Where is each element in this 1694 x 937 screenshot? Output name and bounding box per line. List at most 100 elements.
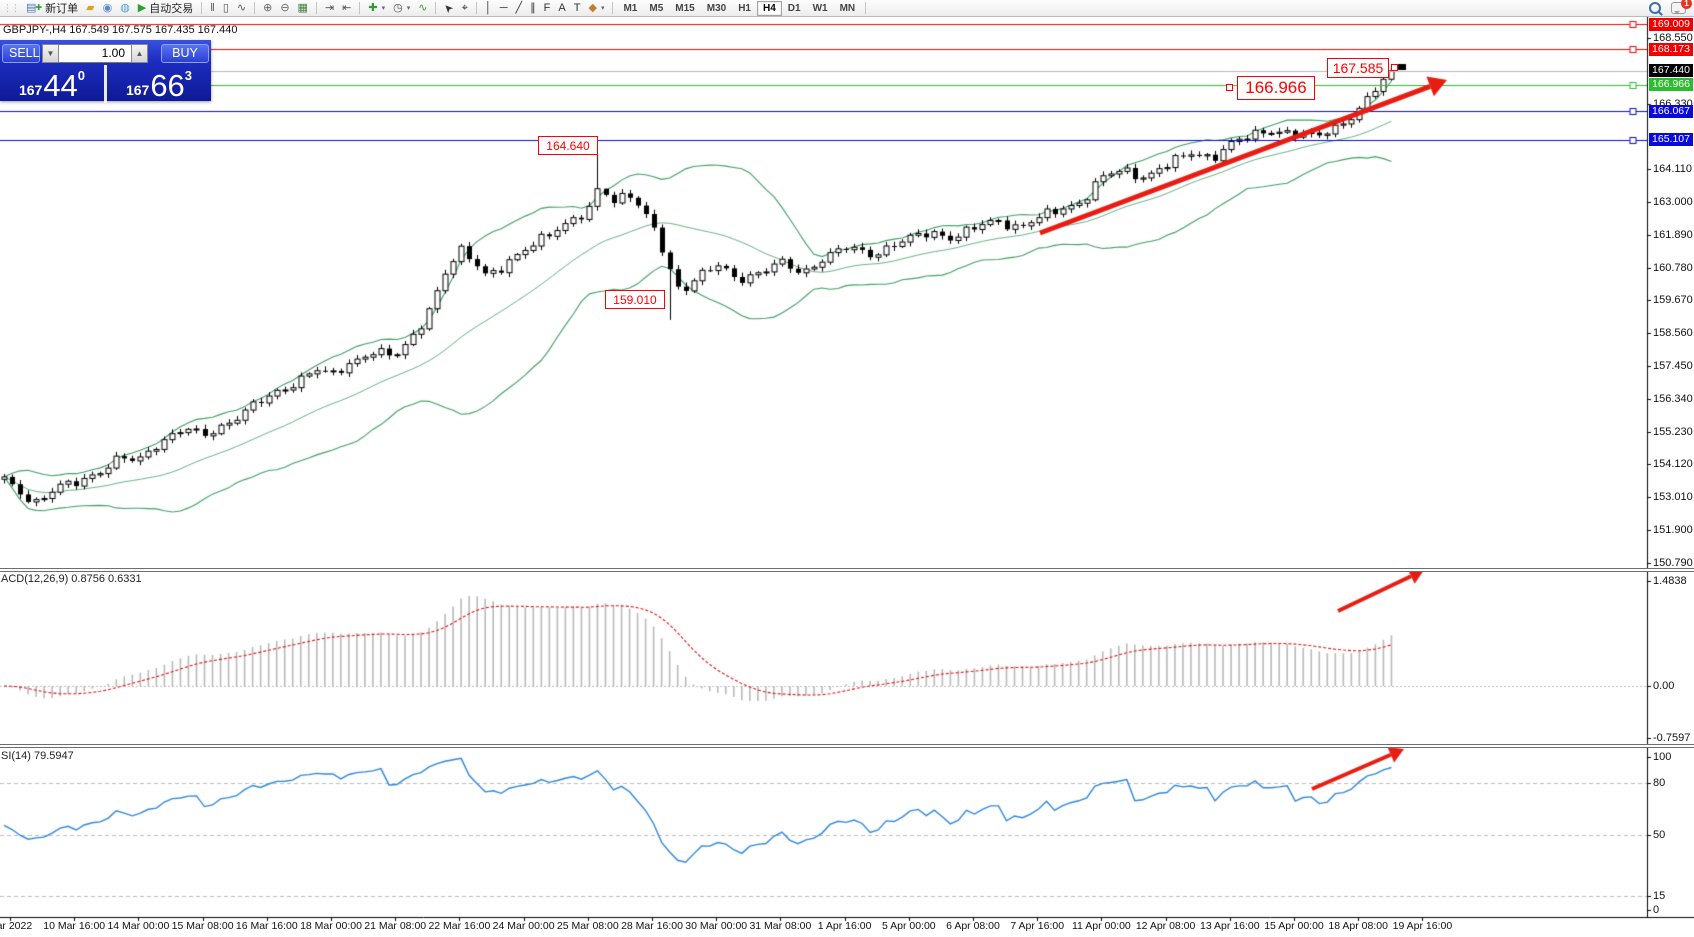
timeframe-m5[interactable]: M5	[643, 1, 669, 16]
time-axis-label: 28 Mar 16:00	[621, 920, 683, 932]
timeframe-m15[interactable]: M15	[669, 1, 700, 16]
trendline-icon: ╱	[516, 2, 523, 14]
channel-button[interactable]: ∥	[526, 0, 540, 16]
shapes-icon: ◆	[588, 2, 596, 14]
fibonacci-icon: F	[544, 2, 551, 14]
annotation-anchor	[1226, 84, 1233, 91]
rsi-pane-splitter[interactable]	[0, 744, 1694, 748]
price-annotation-label[interactable]: 167.585	[1327, 58, 1389, 78]
label-button[interactable]: T	[570, 0, 585, 16]
chat-icon[interactable]: 1	[1671, 2, 1686, 14]
macd-pane-splitter[interactable]	[0, 568, 1694, 572]
mt4-terminal: { "toolbar": { "groups": [ {"items":[ {"…	[0, 0, 1694, 937]
volume-input[interactable]	[59, 44, 131, 63]
time-axis-label: 13 Apr 16:00	[1200, 920, 1260, 932]
search-icon[interactable]	[1649, 2, 1661, 14]
rsi-axis-label: 50	[1653, 829, 1665, 841]
sell-button[interactable]: SELL	[2, 44, 40, 63]
price-axis-tick: 160.780	[1653, 262, 1693, 274]
time-axis-label: 22 Mar 16:00	[428, 920, 490, 932]
volume-decrease-button[interactable]: ▼	[42, 44, 59, 63]
fibonacci-button[interactable]: F	[540, 0, 555, 16]
rsi-axis-label: 0	[1653, 904, 1659, 916]
auto-scroll-button[interactable]: ⇥	[321, 0, 338, 16]
templates-icon: ∿	[418, 2, 427, 14]
vertical-line-button[interactable]: │	[481, 0, 496, 16]
rsi-axis-label: 15	[1653, 890, 1665, 902]
price-annotation-label[interactable]: 159.010	[605, 290, 665, 309]
time-axis-label: 12 Apr 08:00	[1136, 920, 1196, 932]
timeframe-h4[interactable]: H4	[757, 1, 782, 16]
crayon-button[interactable]: ▰	[82, 0, 98, 16]
time-axis-label: 6 Apr 08:00	[946, 920, 1000, 932]
signals-button[interactable]: ◍	[116, 0, 134, 16]
chart-shift-icon: ⇤	[342, 2, 351, 14]
auto-trading-icon: ▶	[138, 2, 146, 14]
candlestick-chart-icon: ▯	[223, 2, 229, 14]
vertical-line-icon: │	[485, 2, 492, 14]
price-axis-tick: 157.450	[1653, 360, 1693, 372]
price-annotation-label[interactable]: 166.966	[1237, 76, 1315, 100]
add-indicator-button[interactable]: ✚▾	[364, 0, 389, 16]
timeframe-m1[interactable]: M1	[617, 1, 643, 16]
line-chart-icon: ∿	[237, 2, 246, 14]
time-axis-label: 31 Mar 08:00	[749, 920, 811, 932]
toolbar-right: 1	[1649, 2, 1694, 14]
ask-price-big: 66	[150, 71, 184, 101]
time-axis-label: 30 Mar 00:00	[685, 920, 747, 932]
text-button[interactable]: A	[554, 0, 569, 16]
timeframe-d1[interactable]: D1	[782, 1, 807, 16]
timeframe-m30[interactable]: M30	[701, 1, 732, 16]
time-axis-label: 18 Mar 00:00	[300, 920, 362, 932]
auto-trading-button[interactable]: ▶自动交易	[134, 0, 197, 16]
bar-chart-button[interactable]: ‖	[206, 0, 219, 16]
rsi-axis-label: 80	[1653, 777, 1665, 789]
zoom-in-button[interactable]: ⊕	[259, 0, 276, 16]
tile-windows-button[interactable]: ▦	[294, 0, 312, 16]
chart-shift-button[interactable]: ⇤	[338, 0, 355, 16]
time-axis-label: 7 Apr 16:00	[1010, 920, 1064, 932]
time-axis-label: 24 Mar 00:00	[493, 920, 555, 932]
timeframe-w1[interactable]: W1	[807, 1, 834, 16]
time-axis-label: 5 Apr 00:00	[882, 920, 936, 932]
chart-canvas[interactable]	[0, 0, 1694, 937]
zoom-out-button[interactable]: ⊖	[276, 0, 293, 16]
zoom-out-icon: ⊖	[280, 2, 289, 14]
price-line-badge: 169.009	[1649, 18, 1693, 31]
time-axis-label: Mar 2022	[0, 920, 32, 932]
candlestick-chart-button[interactable]: ▯	[219, 0, 233, 16]
notification-badge: 1	[1681, 0, 1692, 9]
price-annotation-label[interactable]: 164.640	[538, 136, 598, 155]
price-line-badge: 167.440	[1649, 64, 1693, 77]
plus-icon: ✚	[35, 2, 42, 14]
ask-price-sup: 3	[185, 68, 192, 83]
publisher-button[interactable]: ◉	[99, 0, 117, 16]
horizontal-line-button[interactable]: ─	[496, 0, 512, 16]
periods-icon: ◷	[393, 2, 403, 14]
chevron-down-icon: ▾	[601, 4, 605, 12]
templates-button[interactable]: ∿	[414, 0, 431, 16]
volume-increase-button[interactable]: ▲	[131, 44, 148, 63]
new-order-button[interactable]: ▤✚新订单	[22, 0, 82, 16]
crosshair-button[interactable]: ⌖	[458, 0, 472, 16]
bid-price-big: 44	[43, 71, 77, 101]
tile-windows-icon: ▦	[298, 2, 308, 14]
periods-button[interactable]: ◷▾	[389, 0, 414, 16]
macd-axis-label: 1.4838	[1653, 575, 1687, 587]
ask-price: 167 66 3	[107, 65, 211, 103]
volume-stepper: ▼▲	[42, 44, 148, 63]
timeframe-mn[interactable]: MN	[834, 1, 862, 16]
shapes-button[interactable]: ◆▾	[584, 0, 608, 16]
line-chart-button[interactable]: ∿	[233, 0, 250, 16]
cursor-button[interactable]: ➤	[440, 0, 457, 16]
timeframe-h1[interactable]: H1	[732, 1, 757, 16]
add-indicator-icon: ✚	[368, 2, 377, 14]
price-line-badge: 168.173	[1649, 43, 1693, 56]
buy-button[interactable]: BUY	[161, 44, 209, 63]
bar-chart-icon: ‖	[210, 2, 215, 14]
trendline-button[interactable]: ╱	[512, 0, 527, 16]
auto-trading-button-label: 自动交易	[149, 0, 193, 16]
time-axis-label: 25 Mar 08:00	[557, 920, 619, 932]
price-axis-tick: 158.560	[1653, 327, 1693, 339]
time-axis-label: 18 Apr 08:00	[1328, 920, 1388, 932]
